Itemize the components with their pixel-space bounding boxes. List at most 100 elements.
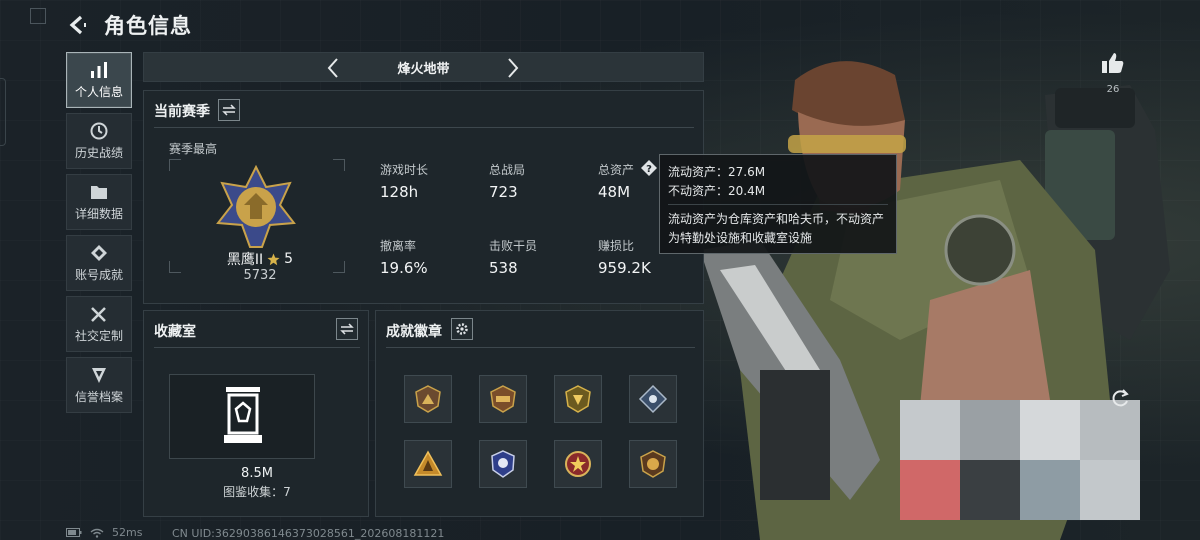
season-panel: 当前赛季 赛季最高 黑鹰II 5 5732 游戏时长 128h 总战局 723 … — [143, 90, 704, 304]
gear-icon — [456, 323, 468, 335]
collection-switch-button[interactable] — [336, 318, 358, 340]
sidebar-item-history[interactable]: 历史战绩 — [66, 113, 132, 169]
thumbs-up-icon — [1102, 53, 1124, 73]
badge-diamond-icon — [638, 384, 668, 414]
ping-value: 52ms — [112, 526, 143, 539]
sidebar-item-label: 个人信息 — [74, 84, 123, 99]
star-icon — [267, 253, 280, 265]
achievement-badge[interactable] — [479, 375, 527, 423]
stat-label: 游戏时长 — [380, 163, 429, 177]
folder-icon — [91, 185, 107, 199]
status-bar: 52ms — [66, 526, 142, 539]
collection-panel: 收藏室 8.5M 图鉴收集：7 — [143, 310, 369, 517]
sidebar: 个人信息 历史战绩 详细数据 账号成就 社交定制 信誉档案 — [66, 52, 132, 418]
achievement-title: 成就徽章 — [386, 324, 442, 340]
rank-score: 5732 — [243, 268, 277, 283]
rank-name: 黑鹰II — [226, 252, 264, 268]
achievement-badge[interactable] — [479, 440, 527, 488]
divider — [154, 347, 360, 348]
tools-icon — [91, 306, 106, 322]
achievement-settings-button[interactable] — [451, 318, 473, 340]
battery-icon — [66, 528, 82, 537]
sidebar-item-personal-info[interactable]: 个人信息 — [66, 52, 132, 108]
swap-icon — [340, 323, 354, 335]
rank-medal-icon — [216, 165, 296, 248]
achievement-icon — [91, 244, 107, 261]
sidebar-item-details[interactable]: 详细数据 — [66, 174, 132, 230]
next-map-button[interactable] — [500, 55, 526, 81]
season-best-label: 赛季最高 — [169, 142, 218, 156]
back-arrow-icon — [69, 15, 86, 35]
badge-triangle-icon — [413, 450, 443, 476]
swap-icon — [222, 104, 236, 116]
sidebar-item-credit[interactable]: 信誉档案 — [66, 357, 132, 413]
tooltip-divider — [668, 204, 888, 205]
help-icon[interactable]: ? — [640, 159, 658, 177]
stat-label: 撤离率 — [380, 239, 417, 253]
sidebar-item-label: 信誉档案 — [74, 389, 123, 404]
svg-text:?: ? — [646, 164, 652, 175]
collection-value: 8.5M — [241, 466, 273, 481]
chevron-right-icon — [508, 58, 519, 78]
credit-icon — [92, 367, 106, 383]
badge-crest-icon — [565, 385, 591, 413]
corner-decoration — [30, 8, 46, 24]
sidebar-item-achievements[interactable]: 账号成就 — [66, 235, 132, 291]
sidebar-item-social[interactable]: 社交定制 — [66, 296, 132, 352]
map-name: 烽火地带 — [397, 61, 450, 77]
stat-total-matches: 总战局 723 — [489, 161, 525, 201]
rank-stars: 5 — [284, 251, 294, 267]
header: 角色信息 — [64, 10, 192, 40]
stat-value: 538 — [489, 259, 518, 277]
achievement-badge[interactable] — [404, 375, 452, 423]
sidebar-item-label: 社交定制 — [74, 328, 123, 343]
achievement-badge[interactable] — [404, 440, 452, 488]
chevron-left-icon — [327, 58, 338, 78]
collection-title: 收藏室 — [154, 324, 196, 340]
achievement-badge[interactable] — [629, 440, 677, 488]
stat-label: 总资产 — [598, 163, 635, 177]
stat-play-time: 游戏时长 128h — [380, 161, 428, 201]
display-case-icon — [224, 387, 262, 443]
badge-helicopter-icon — [490, 385, 516, 413]
achievement-badge[interactable] — [629, 375, 677, 423]
page-title: 角色信息 — [104, 14, 192, 38]
back-button[interactable] — [64, 12, 90, 38]
badge-police-icon — [491, 450, 515, 478]
rotate-icon[interactable] — [1108, 386, 1132, 410]
tooltip-description-line2: 为特勤处设施和收藏室设施 — [668, 231, 813, 245]
stat-label: 击败干员 — [489, 239, 538, 253]
rank-name-row: 黑鹰II 5 — [190, 249, 330, 269]
left-edge-handle[interactable] — [0, 78, 6, 146]
stat-total-assets: 总资产 48M — [598, 161, 634, 201]
stat-value: 128h — [380, 183, 419, 201]
operator-character-image — [700, 61, 1170, 540]
achievement-badge[interactable] — [554, 440, 602, 488]
map-selector: 烽火地带 — [143, 52, 704, 82]
stat-value: 959.2K — [598, 259, 651, 277]
season-switch-button[interactable] — [218, 99, 240, 121]
prev-map-button[interactable] — [320, 55, 346, 81]
sidebar-item-label: 账号成就 — [74, 267, 123, 282]
stat-value: 19.6% — [380, 259, 428, 277]
collection-display-case[interactable] — [169, 374, 315, 459]
badge-shield-icon — [415, 385, 441, 413]
like-button[interactable]: 26 — [1098, 52, 1128, 95]
tooltip-description-line1: 流动资产为仓库资产和哈夫币，不动资产 — [668, 212, 885, 226]
stat-operators-defeated: 击败干员 538 — [489, 237, 537, 277]
divider — [386, 347, 695, 348]
assets-tooltip: 流动资产：27.6M 不动资产：20.4M 流动资产为仓库资产和哈夫币，不动资产… — [659, 154, 897, 254]
tooltip-fixed-assets: 不动资产：20.4M — [668, 184, 766, 198]
stat-label: 总战局 — [489, 163, 526, 177]
stat-extraction-rate: 撤离率 19.6% — [380, 237, 428, 277]
divider — [154, 127, 694, 128]
achievement-badge[interactable] — [554, 375, 602, 423]
stat-profit-loss-ratio: 赚损比 959.2K — [598, 237, 651, 277]
season-title: 当前赛季 — [154, 104, 210, 120]
stat-label: 赚损比 — [598, 239, 635, 253]
badge-lion-icon — [640, 450, 666, 478]
sidebar-item-label: 历史战绩 — [74, 145, 123, 160]
sidebar-item-label: 详细数据 — [74, 206, 123, 221]
achievement-panel: 成就徽章 — [375, 310, 704, 517]
stat-value: 48M — [598, 183, 631, 201]
